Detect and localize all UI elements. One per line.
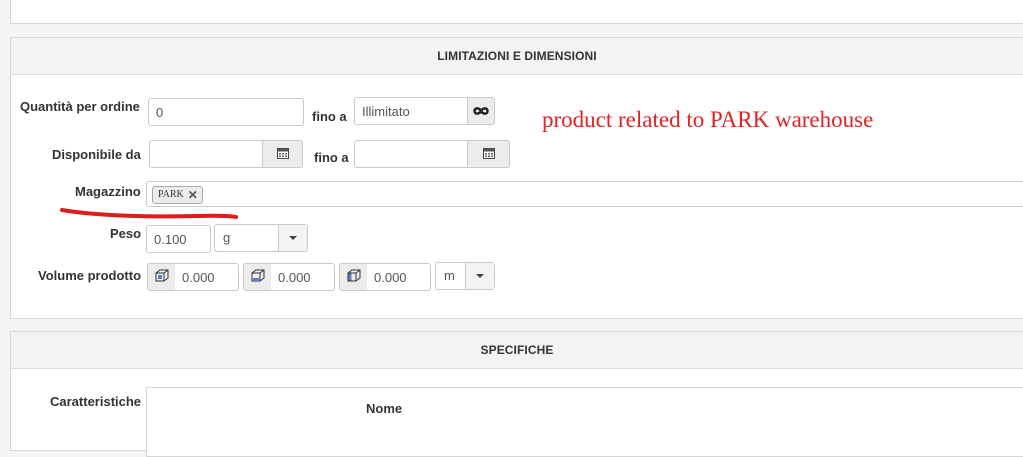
warehouse-label: Magazzino [75, 184, 141, 199]
warehouse-tag-label: PARK [158, 189, 184, 200]
length-addon [147, 263, 176, 291]
qty-max-input[interactable] [354, 97, 468, 125]
calendar-icon [276, 147, 289, 162]
chevron-down-icon [465, 263, 494, 289]
box-dimension-icon [347, 269, 361, 286]
specs-panel-title: SPECIFICHE [11, 332, 1023, 369]
width-addon [243, 263, 272, 291]
weight-unit-value: g [223, 230, 231, 245]
available-to-input[interactable] [354, 140, 468, 168]
infinity-icon [473, 104, 489, 119]
available-to-calendar-button[interactable] [467, 140, 510, 168]
chevron-down-icon [278, 225, 307, 251]
height-addon [339, 263, 368, 291]
annotation-underline [60, 208, 238, 219]
available-from-label: Disponibile da [52, 147, 141, 162]
annotation-text: product related to PARK warehouse [542, 107, 874, 132]
box-dimension-icon [251, 269, 265, 286]
box-dimension-icon [155, 269, 169, 286]
previous-panel [10, 0, 1023, 24]
volume-unit-select[interactable]: m [435, 262, 495, 290]
weight-label: Peso [110, 226, 142, 241]
features-table [146, 387, 1023, 457]
warehouse-select[interactable] [146, 181, 1023, 207]
close-icon[interactable]: ✕ [188, 187, 198, 203]
weight-input[interactable] [146, 225, 211, 253]
width-input[interactable] [271, 263, 335, 291]
length-input[interactable] [175, 263, 239, 291]
available-from-input[interactable] [149, 140, 263, 168]
height-input[interactable] [367, 263, 431, 291]
qty-min-input[interactable] [148, 98, 304, 126]
qty-to-label: fino a [312, 109, 347, 124]
limits-panel-title: LIMITAZIONI E DIMENSIONI [11, 38, 1023, 75]
weight-unit-select[interactable]: g [214, 224, 308, 252]
qty-per-order-label: Quantità per ordine [20, 99, 140, 114]
column-header-name: Nome [366, 401, 403, 416]
unlimited-button[interactable] [467, 97, 495, 125]
features-label: Caratteristiche [50, 394, 142, 409]
volume-unit-value: m [444, 268, 455, 283]
volume-label: Volume prodotto [38, 268, 142, 283]
available-from-calendar-button[interactable] [262, 140, 303, 168]
warehouse-tag: PARK ✕ [152, 186, 203, 204]
available-to-label: fino a [314, 150, 349, 165]
calendar-icon [482, 147, 495, 162]
